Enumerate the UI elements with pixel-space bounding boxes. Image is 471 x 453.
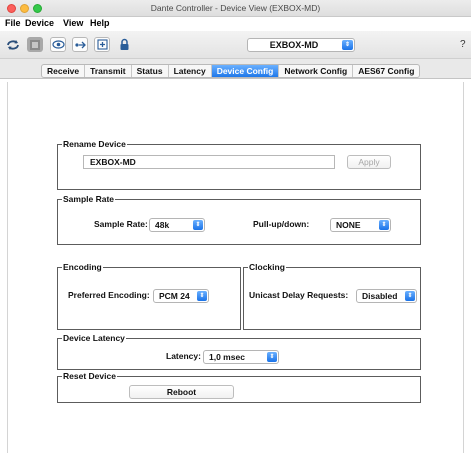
refresh-icon[interactable] [5,37,21,52]
pull-up-down-select[interactable]: NONE ⇕ [330,218,391,232]
reset-device-group: Reset Device Reboot [57,371,421,403]
menu-device[interactable]: Device [25,18,54,28]
help-icon[interactable]: ? [460,39,466,50]
menu-help[interactable]: Help [90,18,110,28]
chevron-updown-icon: ⇕ [197,291,207,301]
chevron-updown-icon: ⇕ [342,40,353,50]
tab-status[interactable]: Status [132,65,169,77]
menu-bar: File Device View Help [0,17,471,31]
tab-bar: Receive Transmit Status Latency Device C… [0,59,471,79]
clocking-title: Clocking [248,262,286,272]
device-select[interactable]: EXBOX-MD ⇕ [247,38,355,52]
clocking-group: Clocking Unicast Delay Requests: Disable… [243,262,421,330]
device-name-input[interactable]: EXBOX-MD [83,155,335,169]
sample-rate-select[interactable]: 48k ⇕ [149,218,205,232]
unicast-delay-value: Disabled [362,291,398,301]
sample-rate-group: Sample Rate Sample Rate: 48k ⇕ Pull-up/d… [57,194,421,245]
title-bar: Dante Controller - Device View (EXBOX-MD… [0,0,471,17]
tab-latency[interactable]: Latency [169,65,212,77]
apply-button[interactable]: Apply [347,155,391,169]
latency-label: Latency: [166,351,201,361]
tab-aes67-config[interactable]: AES67 Config [353,65,419,77]
tab-receive[interactable]: Receive [42,65,86,77]
unicast-delay-label: Unicast Delay Requests: [249,290,349,300]
encoding-group: Encoding Preferred Encoding: PCM 24 ⇕ [57,262,241,330]
window-title: Dante Controller - Device View (EXBOX-MD… [150,3,321,13]
network-icon[interactable] [72,37,88,52]
tab-transmit[interactable]: Transmit [85,65,132,77]
sample-rate-label: Sample Rate: [94,219,148,229]
preferred-encoding-label: Preferred Encoding: [68,290,150,300]
preferred-encoding-value: PCM 24 [159,291,190,301]
latency-value: 1,0 msec [209,352,245,362]
device-latency-group: Device Latency Latency: 1,0 msec ⇕ [57,333,421,370]
latency-select[interactable]: 1,0 msec ⇕ [203,350,279,364]
menu-file[interactable]: File [5,18,21,28]
tab-row: Receive Transmit Status Latency Device C… [41,64,421,78]
pull-up-down-value: NONE [336,220,361,230]
menu-view[interactable]: View [63,18,83,28]
unicast-delay-select[interactable]: Disabled ⇕ [356,289,417,303]
eye-icon[interactable] [50,37,66,52]
device-latency-title: Device Latency [62,333,126,343]
chevron-updown-icon: ⇕ [267,352,277,362]
lock-icon[interactable] [116,37,132,52]
tab-device-config[interactable]: Device Config [211,65,280,77]
pull-up-down-label: Pull-up/down: [253,219,310,229]
rename-device-title: Rename Device [62,139,127,149]
device-info-icon[interactable] [27,37,43,52]
chevron-updown-icon: ⇕ [379,220,389,230]
chevron-updown-icon: ⇕ [193,220,203,230]
reset-device-title: Reset Device [62,371,117,381]
encoding-title: Encoding [62,262,103,272]
add-window-icon[interactable] [94,37,110,52]
tab-network-config[interactable]: Network Config [279,65,354,77]
toolbar: EXBOX-MD ⇕ ? [0,31,471,59]
preferred-encoding-select[interactable]: PCM 24 ⇕ [153,289,209,303]
device-select-value: EXBOX-MD [269,40,319,50]
sample-rate-title: Sample Rate [62,194,116,204]
device-config-panel: Rename Device EXBOX-MD Apply Sample Rate… [7,82,464,453]
reboot-button[interactable]: Reboot [129,385,234,399]
rename-device-group: Rename Device EXBOX-MD Apply [57,139,421,190]
chevron-updown-icon: ⇕ [405,291,415,301]
sample-rate-value: 48k [155,220,170,230]
